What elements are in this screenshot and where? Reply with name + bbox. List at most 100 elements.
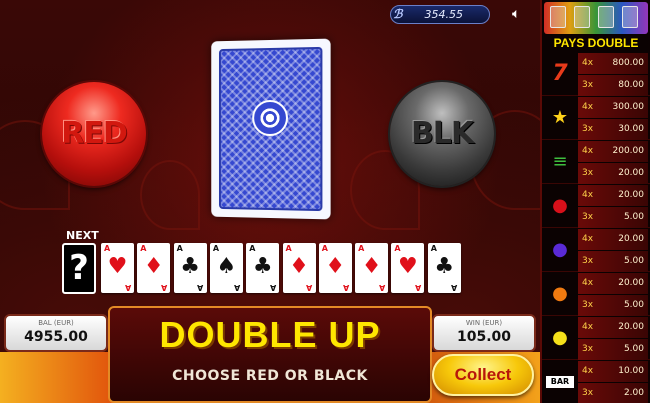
plum-icon: ● xyxy=(552,239,568,260)
collect-button[interactable]: Collect xyxy=(432,354,534,396)
paytable-line: 3x 30.00 xyxy=(578,119,648,140)
black-button-label: BLK xyxy=(410,116,474,151)
history-card: A ♠ A xyxy=(209,243,243,293)
double-up-title: DOUBLE UP xyxy=(159,314,381,355)
credit-display: ℬ 354.55 xyxy=(390,5,490,24)
win-label: WIN (EUR) xyxy=(465,319,503,327)
paytable-payout: 20.00 xyxy=(618,278,644,288)
card-suit-icon: ♠ xyxy=(216,254,237,279)
paytable-line: 3x 80.00 xyxy=(578,75,648,96)
card-rank: A xyxy=(378,283,386,292)
paytable-line: 3x 5.00 xyxy=(578,339,648,360)
card-rosette-icon xyxy=(252,99,288,137)
paytable-payout: 5.00 xyxy=(623,256,644,266)
paytable-multiplier: 4x xyxy=(582,278,594,288)
paytable-line: 3x 5.00 xyxy=(578,251,648,272)
card-suit-icon: ♦ xyxy=(361,254,382,279)
history-card: A ♦ A xyxy=(355,243,389,293)
history-card: A ♣ A xyxy=(173,243,207,293)
card-rank: A xyxy=(233,283,240,292)
paytable-payout: 20.00 xyxy=(618,190,644,200)
next-card: ? xyxy=(62,243,96,294)
paytable-multiplier: 4x xyxy=(582,190,594,200)
paytable-payout: 5.00 xyxy=(623,344,644,354)
paytable-line: 4x 300.00 xyxy=(578,97,648,118)
card-rank: A xyxy=(430,244,437,253)
paytable-line: 3x 5.00 xyxy=(578,207,648,228)
paytable-row: ● 4x 20.00 3x 5.00 xyxy=(542,228,650,272)
card-suit-icon: ♣ xyxy=(252,254,273,279)
paytable-multiplier: 3x xyxy=(582,80,594,90)
paytable-multiplier: 3x xyxy=(582,168,594,178)
card-rank: A xyxy=(394,244,401,253)
paytable-multiplier: 3x xyxy=(582,300,594,310)
paytable-line: 4x 20.00 xyxy=(578,185,648,206)
card-suit-icon: ♥ xyxy=(398,254,418,279)
card-rank: A xyxy=(124,283,131,292)
card-suit-icon: ♦ xyxy=(289,254,309,279)
card-rank: A xyxy=(269,283,277,292)
balance-label: BAL (EUR) xyxy=(38,319,74,327)
paytable-row: ≡ 4x 200.00 3x 20.00 xyxy=(542,140,650,184)
cherry-icon: ● xyxy=(552,195,568,216)
paytable-payout: 300.00 xyxy=(612,102,645,112)
paytable-multiplier: 3x xyxy=(582,256,594,266)
card-rank: A xyxy=(306,283,313,292)
history-card: A ♥ A xyxy=(101,243,134,293)
history-card: A ♣ A xyxy=(246,243,280,293)
seven-icon: 7 xyxy=(552,61,568,86)
card-rank: A xyxy=(104,244,111,253)
balance-box: BAL (EUR) 4955.00 xyxy=(4,314,108,352)
red-button[interactable]: RED xyxy=(42,82,146,186)
bar-icon: BAR xyxy=(546,376,574,388)
credit-value: 354.55 xyxy=(424,8,464,21)
star-icon: ★ xyxy=(551,107,569,128)
paytable-payout: 20.00 xyxy=(618,234,644,244)
orange-icon: ● xyxy=(552,283,568,304)
card-rank: A xyxy=(358,244,365,253)
paytable-row: ● 4x 20.00 3x 5.00 xyxy=(542,184,650,228)
paytable-multiplier: 3x xyxy=(582,388,594,398)
paytable-payout: 2.00 xyxy=(623,388,644,398)
paytable-line: 4x 20.00 xyxy=(578,229,648,250)
flame-decoration xyxy=(140,160,200,230)
card-rank: A xyxy=(212,244,220,253)
card-suit-icon: ♣ xyxy=(434,254,455,279)
paytable-payout: 30.00 xyxy=(618,124,644,134)
win-box: WIN (EUR) 105.00 xyxy=(432,314,536,352)
paytable-multiplier: 4x xyxy=(582,366,594,376)
card-rank: A xyxy=(342,283,349,292)
history-card: A ♦ A xyxy=(137,243,171,293)
paytable-multiplier: 4x xyxy=(582,234,594,244)
paytable-multiplier: 3x xyxy=(582,124,594,134)
paytable-title: PAYS DOUBLE xyxy=(553,36,639,50)
paytable-row: ● 4x 20.00 3x 5.00 xyxy=(542,272,650,316)
black-button[interactable]: BLK xyxy=(390,82,494,186)
paytable-multiplier: 4x xyxy=(582,322,594,332)
paytable-line: 4x 800.00 xyxy=(578,53,648,74)
bar-stack-icon: ≡ xyxy=(552,151,568,172)
win-value: 105.00 xyxy=(456,329,512,345)
card-rank: A xyxy=(249,244,256,253)
history-card: A ♦ A xyxy=(318,243,352,293)
paytable-line: 4x 200.00 xyxy=(578,141,648,162)
paytable-line: 4x 20.00 xyxy=(578,273,648,294)
card-rank: A xyxy=(321,244,328,253)
card-rank: A xyxy=(161,283,168,292)
card-suit-icon: ♦ xyxy=(325,254,346,279)
paytable-row: BAR 4x 10.00 3x 2.00 xyxy=(542,360,650,403)
next-label: NEXT xyxy=(66,229,99,242)
paytable-payout: 20.00 xyxy=(618,322,644,332)
paytable-line: 3x 2.00 xyxy=(578,383,648,403)
paytable-payout: 20.00 xyxy=(618,168,644,178)
paytable-line: 4x 10.00 xyxy=(578,361,648,382)
card-rank: A xyxy=(451,283,458,292)
paytable-multiplier: 3x xyxy=(582,344,594,354)
paytable-multiplier: 4x xyxy=(582,58,594,68)
paytable-payout: 5.00 xyxy=(623,300,644,310)
card-rank: A xyxy=(176,244,183,253)
card-rank: A xyxy=(197,283,204,292)
double-up-subtitle: CHOOSE RED OR BLACK xyxy=(172,368,368,384)
paytable-payout: 80.00 xyxy=(618,80,644,90)
speaker-icon[interactable]: 🔈︎ xyxy=(512,6,530,22)
